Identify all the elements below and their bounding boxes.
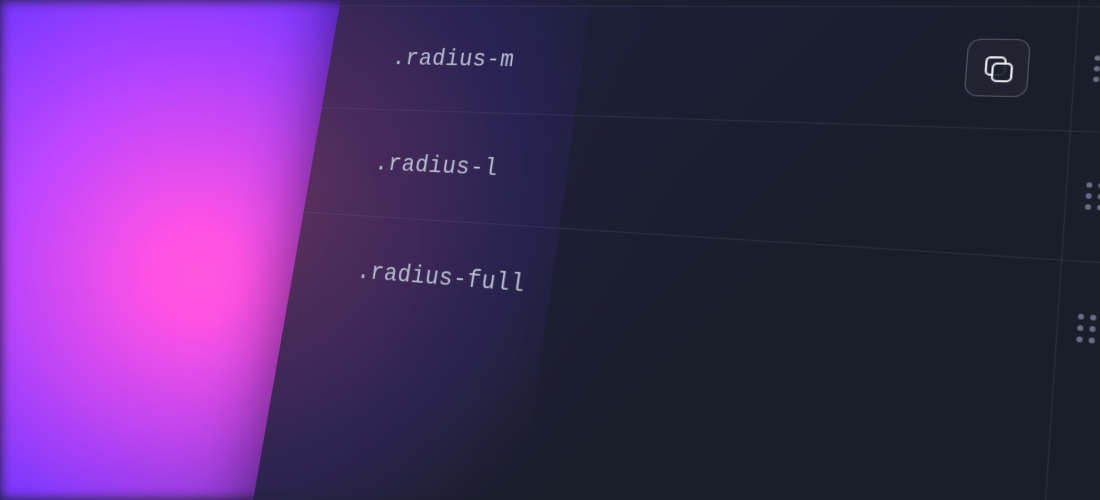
copy-button[interactable] <box>964 38 1031 97</box>
css-property-cell: border-radius <box>1093 53 1100 91</box>
style-panel: .radius-s CSS PROPERTY & VALUE .radius-m… <box>225 0 1100 500</box>
grip-icon[interactable] <box>1085 182 1100 210</box>
grip-icon[interactable] <box>1076 314 1096 344</box>
copy-icon <box>984 56 1010 79</box>
grip-icon[interactable] <box>1093 55 1100 82</box>
class-name-label: .radius-m <box>391 44 517 73</box>
class-name-label: .radius-full <box>355 257 527 299</box>
css-property-cell: border-radius <box>1076 311 1100 374</box>
css-property-cell: border-radius <box>1084 179 1100 229</box>
class-name-label: .radius-l <box>373 149 500 182</box>
